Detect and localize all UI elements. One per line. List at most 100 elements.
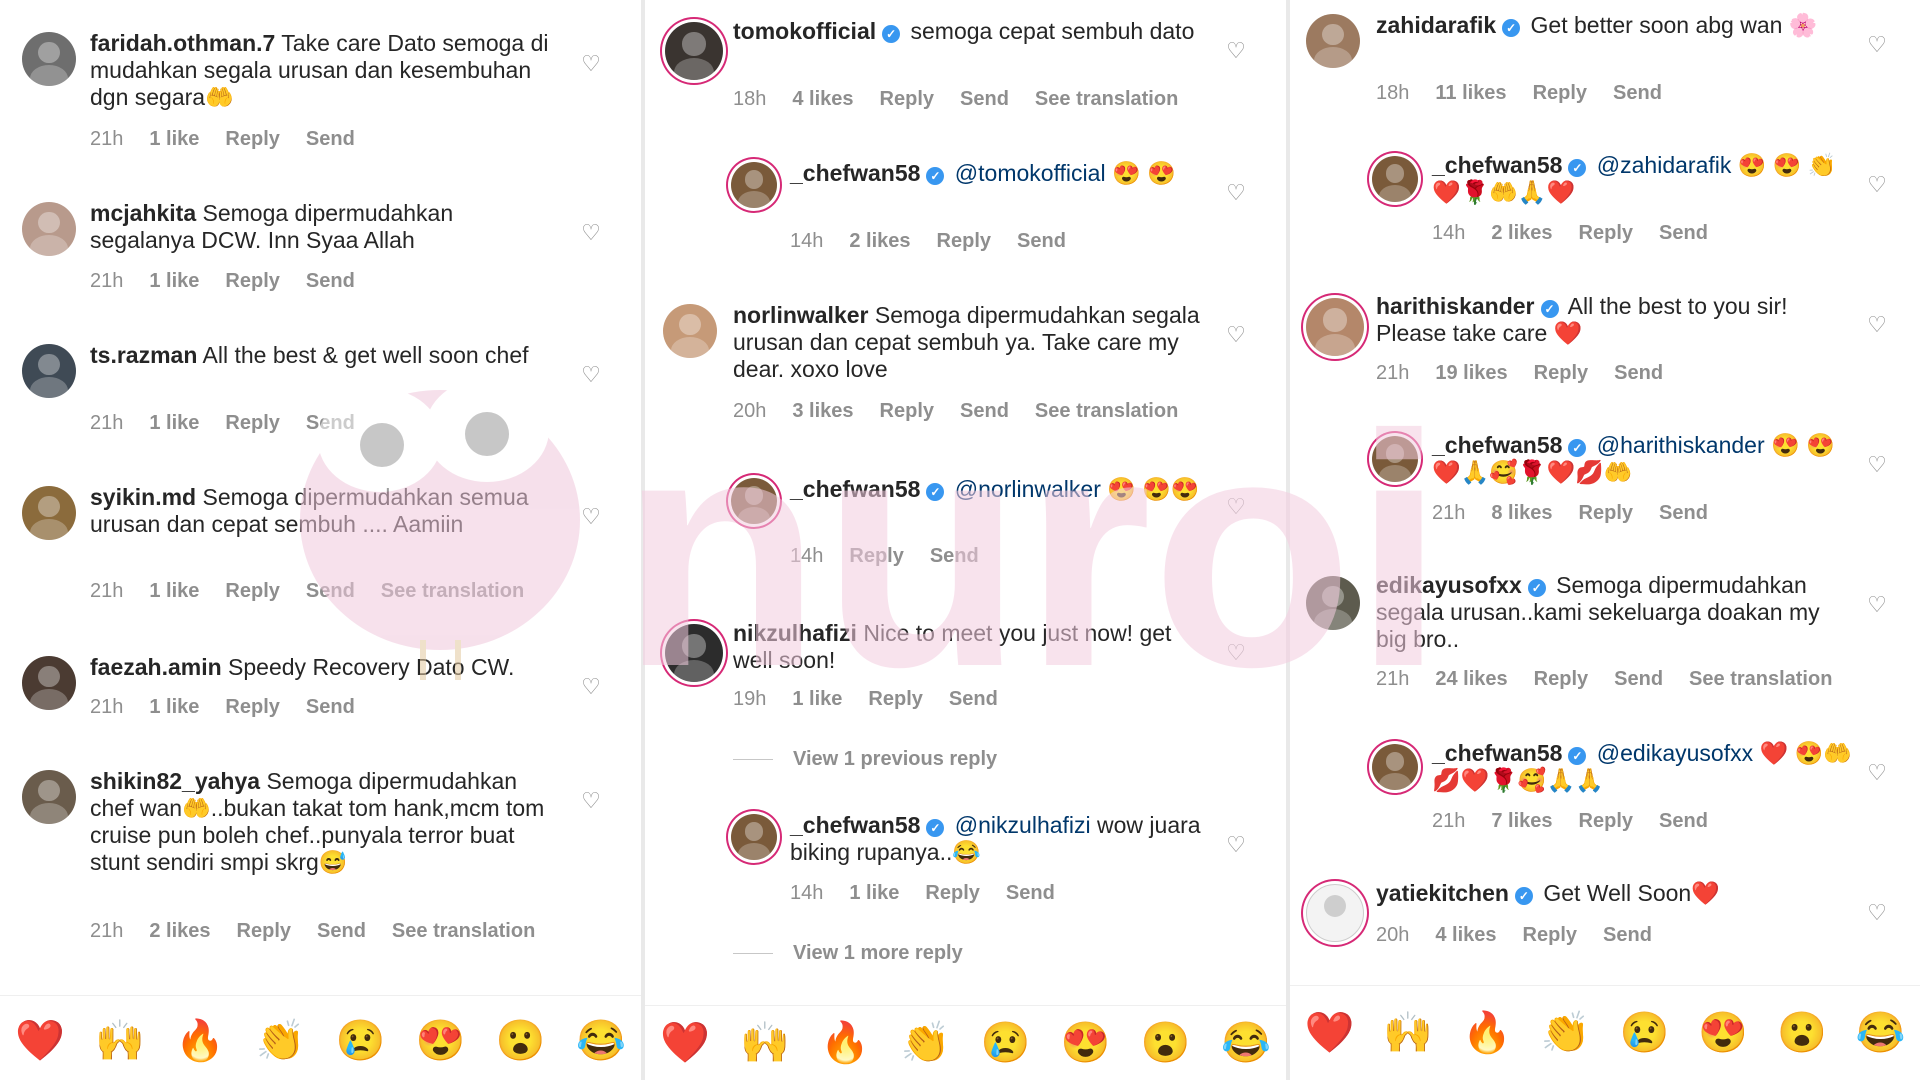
like-heart-icon[interactable]: ♡ xyxy=(1225,496,1247,518)
send-button[interactable]: Send xyxy=(1603,924,1652,947)
fire-emoji-button[interactable]: 🔥 xyxy=(1462,1013,1512,1053)
like-heart-icon[interactable]: ♡ xyxy=(1866,314,1888,336)
reply-button[interactable]: Reply xyxy=(1579,502,1633,525)
like-heart-icon[interactable]: ♡ xyxy=(1225,834,1247,856)
heart-emoji-button[interactable]: ❤️ xyxy=(15,1021,65,1061)
laughing-emoji-button[interactable]: 😂 xyxy=(576,1021,626,1061)
likes-count[interactable]: 8 likes xyxy=(1491,502,1552,525)
avatar[interactable] xyxy=(1372,156,1418,202)
likes-count[interactable]: 1 like xyxy=(792,688,842,711)
crying-emoji-button[interactable]: 😢 xyxy=(336,1021,386,1061)
likes-count[interactable]: 4 likes xyxy=(792,88,853,111)
avatar[interactable] xyxy=(665,624,723,682)
raised-hands-emoji-button[interactable]: 🙌 xyxy=(740,1023,790,1063)
send-button[interactable]: Send xyxy=(1659,810,1708,833)
send-button[interactable]: Send xyxy=(960,88,1009,111)
likes-count[interactable]: 2 likes xyxy=(1491,222,1552,245)
like-heart-icon[interactable]: ♡ xyxy=(580,222,602,244)
send-button[interactable]: Send xyxy=(949,688,998,711)
likes-count[interactable]: 1 like xyxy=(149,270,199,293)
likes-count[interactable]: 2 likes xyxy=(849,230,910,253)
likes-count[interactable]: 11 likes xyxy=(1435,82,1506,105)
crying-emoji-button[interactable]: 😢 xyxy=(1619,1013,1669,1053)
heart-eyes-emoji-button[interactable]: 😍 xyxy=(1061,1023,1111,1063)
comment-username[interactable]: tomokofficial xyxy=(733,18,876,44)
heart-emoji-button[interactable]: ❤️ xyxy=(1304,1013,1354,1053)
mention-link[interactable]: @edikayusofxx xyxy=(1597,740,1753,766)
likes-count[interactable]: 7 likes xyxy=(1491,810,1552,833)
like-heart-icon[interactable]: ♡ xyxy=(580,506,602,528)
avatar[interactable] xyxy=(1372,744,1418,790)
comment-username[interactable]: _chefwan58 xyxy=(1432,740,1562,766)
heart-eyes-emoji-button[interactable]: 😍 xyxy=(1698,1013,1748,1053)
view-more-replies-button[interactable]: View 1 more reply xyxy=(733,942,963,965)
send-button[interactable]: Send xyxy=(306,128,355,151)
avatar[interactable] xyxy=(1372,436,1418,482)
reply-button[interactable]: Reply xyxy=(868,688,922,711)
see-translation-button[interactable]: See translation xyxy=(392,920,535,943)
crying-emoji-button[interactable]: 😢 xyxy=(981,1023,1031,1063)
fire-emoji-button[interactable]: 🔥 xyxy=(175,1021,225,1061)
send-button[interactable]: Send xyxy=(1614,362,1663,385)
send-button[interactable]: Send xyxy=(960,400,1009,423)
avatar[interactable] xyxy=(1306,884,1364,942)
fire-emoji-button[interactable]: 🔥 xyxy=(820,1023,870,1063)
comment-username[interactable]: edikayusofxx xyxy=(1376,572,1522,598)
avatar[interactable] xyxy=(731,814,777,860)
avatar[interactable] xyxy=(731,478,777,524)
comment-username[interactable]: _chefwan58 xyxy=(1432,152,1562,178)
likes-count[interactable]: 1 like xyxy=(849,882,899,905)
send-button[interactable]: Send xyxy=(306,696,355,719)
see-translation-button[interactable]: See translation xyxy=(1689,668,1832,691)
surprised-emoji-button[interactable]: 😮 xyxy=(496,1021,546,1061)
reply-button[interactable]: Reply xyxy=(925,882,979,905)
likes-count[interactable]: 1 like xyxy=(149,412,199,435)
avatar[interactable] xyxy=(22,486,76,540)
like-heart-icon[interactable]: ♡ xyxy=(580,364,602,386)
comment-username[interactable]: syikin.md xyxy=(90,484,196,510)
like-heart-icon[interactable]: ♡ xyxy=(1866,594,1888,616)
reply-button[interactable]: Reply xyxy=(1523,924,1577,947)
comment-username[interactable]: faridah.othman.7 xyxy=(90,30,275,56)
mention-link[interactable]: @zahidarafik xyxy=(1597,152,1732,178)
clap-emoji-button[interactable]: 👏 xyxy=(901,1023,951,1063)
heart-emoji-button[interactable]: ❤️ xyxy=(660,1023,710,1063)
avatar[interactable] xyxy=(1306,298,1364,356)
clap-emoji-button[interactable]: 👏 xyxy=(256,1021,306,1061)
send-button[interactable]: Send xyxy=(306,270,355,293)
raised-hands-emoji-button[interactable]: 🙌 xyxy=(1383,1013,1433,1053)
like-heart-icon[interactable]: ♡ xyxy=(580,676,602,698)
send-button[interactable]: Send xyxy=(1613,82,1662,105)
comment-username[interactable]: zahidarafik xyxy=(1376,12,1496,38)
reply-button[interactable]: Reply xyxy=(880,400,934,423)
like-heart-icon[interactable]: ♡ xyxy=(1225,324,1247,346)
comment-username[interactable]: harithiskander xyxy=(1376,293,1535,319)
likes-count[interactable]: 1 like xyxy=(149,128,199,151)
avatar[interactable] xyxy=(731,162,777,208)
reply-button[interactable]: Reply xyxy=(237,920,291,943)
comment-username[interactable]: mcjahkita xyxy=(90,200,196,226)
comment-username[interactable]: ts.razman xyxy=(90,342,197,368)
comment-username[interactable]: nikzulhafizi xyxy=(733,620,857,646)
send-button[interactable]: Send xyxy=(306,580,355,603)
avatar[interactable] xyxy=(22,32,76,86)
like-heart-icon[interactable]: ♡ xyxy=(580,53,602,75)
like-heart-icon[interactable]: ♡ xyxy=(1225,642,1247,664)
like-heart-icon[interactable]: ♡ xyxy=(1866,174,1888,196)
avatar[interactable] xyxy=(22,770,76,824)
likes-count[interactable]: 19 likes xyxy=(1435,362,1507,385)
comment-username[interactable]: norlinwalker xyxy=(733,302,868,328)
surprised-emoji-button[interactable]: 😮 xyxy=(1141,1023,1191,1063)
heart-eyes-emoji-button[interactable]: 😍 xyxy=(416,1021,466,1061)
reply-button[interactable]: Reply xyxy=(1579,222,1633,245)
likes-count[interactable]: 2 likes xyxy=(149,920,210,943)
like-heart-icon[interactable]: ♡ xyxy=(1225,40,1247,62)
comment-username[interactable]: _chefwan58 xyxy=(790,160,920,186)
likes-count[interactable]: 4 likes xyxy=(1435,924,1496,947)
reply-button[interactable]: Reply xyxy=(225,580,279,603)
send-button[interactable]: Send xyxy=(1659,222,1708,245)
comment-username[interactable]: _chefwan58 xyxy=(790,476,920,502)
see-translation-button[interactable]: See translation xyxy=(381,580,524,603)
send-button[interactable]: Send xyxy=(1006,882,1055,905)
avatar[interactable] xyxy=(1306,14,1360,68)
